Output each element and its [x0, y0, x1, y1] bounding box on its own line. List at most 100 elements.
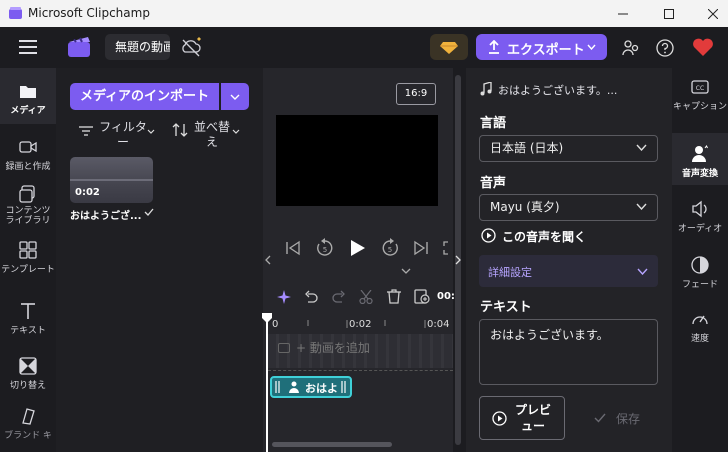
audio-clip-label: おはよ	[305, 382, 338, 395]
aspect-ratio-button[interactable]: 16:9	[396, 83, 436, 105]
hamburger-menu-icon[interactable]	[19, 40, 37, 54]
checkmark-icon	[594, 413, 606, 423]
voice-label: 音声	[480, 176, 507, 191]
rail-label: オーディオ	[677, 224, 723, 234]
share-icon[interactable]	[622, 39, 640, 57]
title-bar: Microsoft Clipchamp	[0, 0, 728, 27]
library-icon	[19, 185, 37, 203]
skip-back-icon[interactable]	[285, 240, 301, 256]
rail-item-audio[interactable]: オーディオ	[672, 200, 728, 234]
listen-voice-button[interactable]: この音声を聞く	[481, 227, 641, 245]
clipchamp-logo-icon	[68, 36, 92, 58]
sort-button[interactable]: 並べ替え	[172, 120, 252, 150]
rail-item-voice-change[interactable]: 音声変換	[672, 145, 728, 179]
app-logo-icon	[9, 7, 22, 19]
rail-label: コンテンツ ライブラリ	[5, 206, 51, 226]
save-button[interactable]: 保存	[594, 410, 654, 428]
play-circle-icon	[492, 411, 507, 426]
timecode: 00:	[437, 291, 455, 302]
chevron-down-icon	[232, 129, 240, 134]
export-button[interactable]: エクスポート	[476, 34, 607, 60]
media-thumbnail[interactable]: 0:02	[70, 157, 153, 203]
brand-kit-icon	[19, 407, 37, 425]
undo-icon[interactable]	[304, 290, 318, 304]
window-title: Microsoft Clipchamp	[28, 6, 150, 20]
magic-sparkle-icon[interactable]	[277, 290, 291, 304]
playhead[interactable]	[266, 320, 268, 452]
rewind-5-icon[interactable]: 5	[315, 238, 335, 258]
export-label: エクスポート	[507, 43, 585, 58]
rail-item-fade[interactable]: フェード	[672, 256, 728, 290]
thumbnail-line	[70, 179, 153, 181]
track-divider	[268, 370, 453, 372]
close-button[interactable]	[690, 0, 728, 27]
maximize-button[interactable]	[646, 0, 692, 27]
rail-label: テキスト	[10, 326, 46, 336]
advanced-settings-accordion[interactable]: 詳細設定	[479, 255, 658, 287]
rail-item-text[interactable]: テキスト	[0, 302, 56, 336]
svg-text:CC: CC	[696, 85, 704, 92]
collapse-right-icon[interactable]	[455, 255, 461, 265]
language-label: 言語	[480, 116, 507, 131]
collapse-timeline-icon[interactable]	[401, 268, 411, 274]
chevron-down-icon	[147, 129, 155, 134]
redo-icon[interactable]	[332, 290, 346, 304]
collapse-left-icon[interactable]	[265, 255, 271, 265]
horizontal-scrollbar[interactable]	[272, 442, 392, 447]
captions-icon: CC	[691, 78, 709, 96]
rail-item-media[interactable]: メディア	[0, 82, 56, 116]
add-video-track[interactable]: + 動画を追加	[268, 334, 453, 368]
audio-clip[interactable]: おはよ	[270, 376, 352, 398]
rail-item-brand-kit[interactable]: ブランド キ	[0, 407, 56, 441]
rail-label: フェード	[681, 280, 718, 290]
language-dropdown[interactable]: 日本語 (日本)	[479, 135, 658, 162]
folder-icon	[19, 82, 37, 100]
media-duration: 0:02	[75, 187, 100, 198]
minimize-button[interactable]	[600, 0, 646, 27]
import-options-button[interactable]	[221, 83, 249, 110]
voice-dropdown[interactable]: Mayu (真夕)	[479, 194, 658, 221]
video-placeholder-icon	[278, 343, 290, 353]
rail-item-record[interactable]: 録画と作成	[0, 138, 56, 172]
forward-5-icon[interactable]: 5	[380, 238, 400, 258]
clip-handle-left-icon	[275, 381, 280, 393]
track-title: おはようございます。...	[498, 84, 618, 97]
heart-icon[interactable]	[692, 37, 714, 57]
chevron-down-icon	[636, 144, 647, 151]
rail-label: テンプレート	[1, 265, 55, 275]
help-icon[interactable]	[656, 39, 674, 57]
fullscreen-icon[interactable]	[443, 241, 453, 255]
chevron-down-icon	[230, 94, 240, 100]
svg-text:5: 5	[388, 246, 392, 254]
project-name-input[interactable]: 無題の動画	[105, 34, 170, 60]
play-icon[interactable]	[350, 239, 366, 257]
timeline-ruler[interactable]: 0 0:02 0:04	[263, 312, 453, 332]
rail-item-templates[interactable]: テンプレート	[0, 241, 56, 275]
import-media-button[interactable]: メディアのインポート	[70, 83, 219, 110]
speedometer-icon	[691, 310, 709, 328]
filter-button[interactable]: フィルター	[79, 120, 159, 150]
rail-label: 音声変換	[681, 169, 718, 179]
premium-button[interactable]	[430, 34, 468, 60]
speaker-icon	[691, 200, 709, 218]
transitions-icon	[19, 357, 37, 375]
video-canvas[interactable]	[276, 115, 438, 206]
templates-icon	[19, 241, 37, 259]
cut-icon[interactable]	[359, 290, 373, 304]
delete-icon[interactable]	[387, 289, 401, 304]
text-input[interactable]: おはようございます。	[479, 319, 658, 385]
rail-item-speed[interactable]: 速度	[672, 310, 728, 344]
cloud-sync-off-icon[interactable]	[180, 37, 204, 57]
playhead-handle-icon[interactable]	[262, 313, 272, 323]
advanced-label: 詳細設定	[488, 266, 532, 279]
voice-icon	[289, 381, 299, 393]
rail-item-transitions[interactable]: 切り替え	[0, 357, 56, 391]
add-clip-icon[interactable]	[414, 289, 430, 304]
chevron-down-icon	[637, 268, 648, 275]
play-circle-icon	[481, 228, 496, 243]
preview-button[interactable]: プレビュー	[479, 396, 565, 440]
filter-icon	[79, 126, 93, 136]
rail-item-library[interactable]: コンテンツ ライブラリ	[0, 185, 56, 226]
skip-forward-icon[interactable]	[413, 240, 429, 256]
rail-item-captions[interactable]: CC キャプション	[672, 78, 728, 112]
